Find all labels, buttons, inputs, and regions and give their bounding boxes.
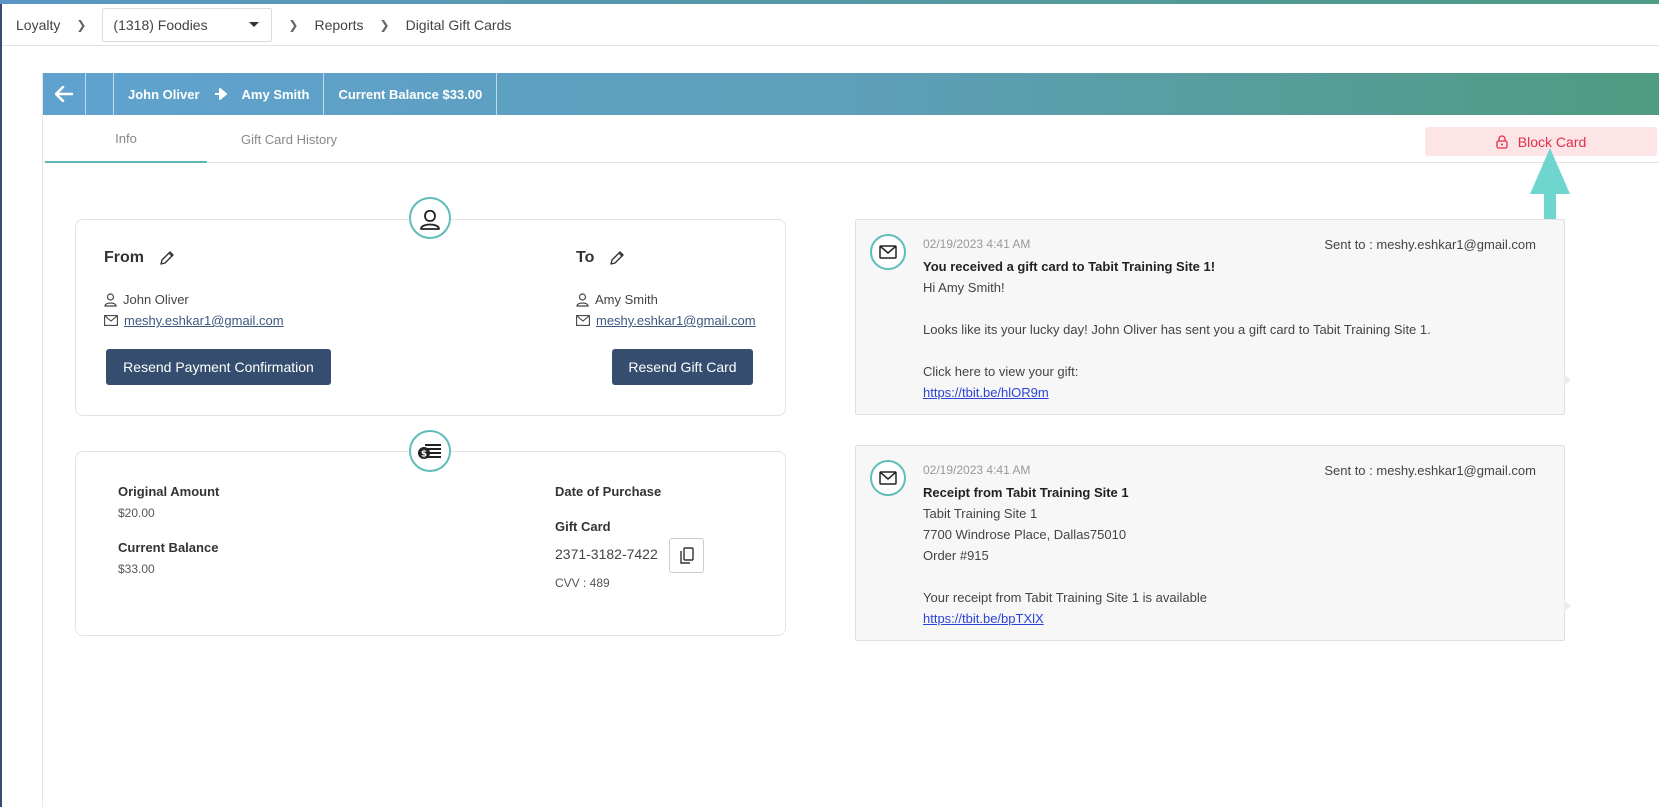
site-select[interactable]: (1318) Foodies: [102, 7, 273, 42]
tab-gift-card-history[interactable]: Gift Card History: [209, 115, 369, 163]
resend-gift-card-button[interactable]: Resend Gift Card: [612, 349, 753, 385]
breadcrumb-current: Digital Gift Cards: [405, 16, 512, 33]
message-line: Click here to view your gift:: [923, 364, 1079, 379]
message-line: Hi Amy Smith!: [923, 280, 1005, 295]
chevron-right-icon: ❯: [76, 17, 87, 32]
header-balance: Current Balance $33.00: [324, 73, 498, 115]
message-line: Order #915: [923, 548, 989, 563]
message-line: Your receipt from Tabit Training Site 1 …: [923, 590, 1207, 605]
original-amount-label: Original Amount: [118, 484, 220, 499]
message-date: 02/19/2023 4:41 AM: [923, 237, 1031, 251]
site-select-value: (1318) Foodies: [113, 16, 208, 33]
chevron-right-icon: ❯: [288, 17, 299, 32]
pencil-icon[interactable]: [158, 249, 176, 267]
to-email-link[interactable]: meshy.eshkar1@gmail.com: [596, 313, 756, 328]
header-to-name: Amy Smith: [241, 86, 310, 102]
message-body: Receipt from Tabit Training Site 1 Tabit…: [923, 482, 1543, 629]
message-line: Looks like its your lucky day! John Oliv…: [923, 322, 1431, 337]
money-circle-icon: $: [409, 430, 451, 472]
message-link[interactable]: https://tbit.be/bpTXlX: [923, 608, 1543, 629]
lock-icon: [1496, 134, 1508, 149]
chevron-right-icon: ❯: [379, 17, 390, 32]
tab-info[interactable]: Info: [45, 115, 207, 163]
left-edge-line: [0, 4, 2, 807]
to-name-row: Amy Smith: [576, 292, 658, 307]
message-subject: Receipt from Tabit Training Site 1: [923, 485, 1129, 500]
to-title-label: To: [576, 249, 595, 266]
tab-bar: Info Gift Card History: [43, 115, 1659, 163]
from-name-row: John Oliver: [104, 292, 189, 307]
date-of-purchase-label: Date of Purchase: [555, 484, 662, 499]
envelope-icon: [870, 234, 906, 270]
breadcrumb: Loyalty ❯ (1318) Foodies ❯ Reports ❯ Dig…: [2, 4, 1659, 46]
message-tail: [1564, 600, 1571, 612]
header-names: John Oliver Amy Smith: [114, 73, 325, 115]
breadcrumb-loyalty[interactable]: Loyalty: [16, 17, 60, 33]
gift-card-header: John Oliver Amy Smith Current Balance $3…: [43, 73, 1659, 115]
to-title: To: [576, 249, 626, 267]
message-subject: You received a gift card to Tabit Traini…: [923, 259, 1216, 274]
gift-card-panel: John Oliver Amy Smith Current Balance $3…: [42, 73, 1659, 807]
gift-card-number: 2371-3182-7422: [555, 546, 658, 562]
copy-button[interactable]: [669, 538, 704, 573]
user-icon: [104, 292, 117, 307]
pencil-icon[interactable]: [608, 249, 626, 267]
message-card-receipt: 02/19/2023 4:41 AM Sent to : meshy.eshka…: [855, 445, 1571, 641]
message-line: 7700 Windrose Place, Dallas75010: [923, 527, 1127, 542]
message-body: You received a gift card to Tabit Traini…: [923, 256, 1543, 403]
to-name: Amy Smith: [595, 292, 658, 307]
back-button[interactable]: [43, 73, 86, 115]
message-link[interactable]: https://tbit.be/hlOR9m: [923, 382, 1543, 403]
header-spacer: [86, 73, 114, 115]
from-email-link[interactable]: meshy.eshkar1@gmail.com: [124, 313, 284, 328]
parties-card: From John Oliver meshy.eshkar1@gmail.com…: [75, 219, 786, 416]
from-email-row: meshy.eshkar1@gmail.com: [104, 313, 284, 328]
message-line: Tabit Training Site 1: [923, 506, 1038, 521]
from-title: From: [104, 249, 176, 267]
envelope-icon: [576, 315, 590, 326]
original-amount-value: $20.00: [118, 506, 155, 520]
current-balance-label: Current Balance: [118, 540, 219, 555]
gift-card-label: Gift Card: [555, 519, 611, 534]
arrow-left-icon: [55, 86, 73, 102]
message-tail: [1564, 374, 1571, 386]
envelope-icon: [104, 315, 118, 326]
breadcrumb-reports[interactable]: Reports: [314, 17, 363, 33]
from-name: John Oliver: [123, 292, 189, 307]
message-sent-to: Sent to : meshy.eshkar1@gmail.com: [1324, 237, 1536, 252]
user-circle-icon: [409, 197, 451, 239]
resend-payment-confirmation-button[interactable]: Resend Payment Confirmation: [106, 349, 331, 385]
to-email-row: meshy.eshkar1@gmail.com: [576, 313, 756, 328]
caret-down-icon: [249, 22, 260, 27]
from-title-label: From: [104, 249, 144, 266]
current-balance-value: $33.00: [118, 562, 155, 576]
message-sent-to: Sent to : meshy.eshkar1@gmail.com: [1324, 463, 1536, 478]
svg-text:$: $: [421, 450, 427, 460]
user-icon: [576, 292, 589, 307]
arrow-right-icon: [214, 88, 227, 100]
message-card-gift: 02/19/2023 4:41 AM Sent to : meshy.eshka…: [855, 219, 1571, 415]
envelope-icon: [870, 460, 906, 496]
cvv-value: CVV : 489: [555, 576, 610, 590]
copy-icon: [679, 547, 694, 564]
message-date: 02/19/2023 4:41 AM: [923, 463, 1031, 477]
amounts-card: Original Amount $20.00 Current Balance $…: [75, 451, 786, 636]
header-from-name: John Oliver: [128, 86, 200, 102]
